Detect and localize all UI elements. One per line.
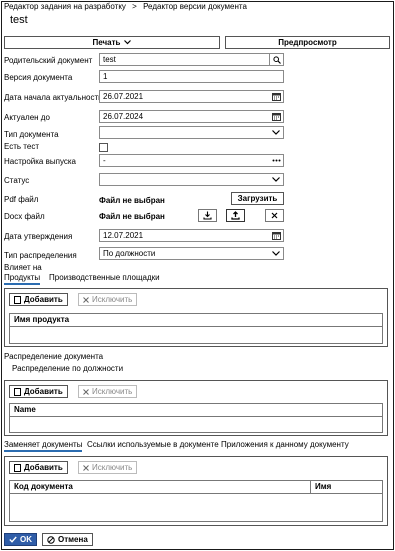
parent-doc-value: test [103,55,116,64]
dist-type-value: По должности [103,249,156,258]
close-icon [83,464,89,471]
dist-type-label: Тип распределения [4,251,77,260]
docx-file-value: Файл не выбран [99,212,165,221]
products-column-name: Имя продукта [14,315,70,324]
distribution-add-label: Добавить [24,387,63,396]
ellipsis-icon[interactable] [269,155,283,166]
actual-to-value: 26.07.2024 [103,112,144,121]
document-icon [14,295,21,304]
start-date-field[interactable]: 26.07.2021 [99,90,284,103]
tab-production-sites[interactable]: Производственные площадки [49,273,160,283]
parent-doc-label: Родительский документ [4,56,93,65]
distribution-column-name: Name [14,405,36,414]
replaces-exclude-label: Исключить [92,463,133,472]
distribution-exclude-button[interactable]: Исключить [78,385,138,398]
pdf-file-value: Файл не выбран [99,196,165,205]
close-icon[interactable] [265,209,284,222]
has-test-label: Есть тест [4,142,39,151]
replaces-column-code: Код документа [14,482,73,491]
products-exclude-label: Исключить [92,295,133,304]
replaces-add-label: Добавить [24,463,63,472]
products-add-button[interactable]: Добавить [9,293,68,306]
tab-replaces-documents[interactable]: Заменяет документы [4,440,83,452]
dist-type-select[interactable]: По должности [99,247,284,260]
distribution-column-header[interactable]: Name [10,404,382,417]
tab-distribution-position[interactable]: Распределение по должности [12,364,123,374]
distribution-panel: Добавить Исключить Name [4,380,388,436]
release-field[interactable]: - [99,154,284,167]
upload-icon[interactable] [226,209,245,222]
start-date-label: Дата начала актуальности [4,93,103,102]
breadcrumb: Редактор задания на разработку > Редакто… [4,2,247,11]
replaces-column-name[interactable]: Имя [310,481,331,493]
products-column-header[interactable]: Имя продукта [10,314,382,327]
doc-type-label: Тип документа [4,130,59,139]
release-value: - [103,156,106,165]
replaces-panel: Добавить Исключить Код документа Имя [4,456,388,526]
chevron-down-icon[interactable] [269,174,283,185]
ok-label: OK [20,535,32,544]
chevron-down-icon[interactable] [269,127,283,138]
distribution-add-button[interactable]: Добавить [9,385,68,398]
cancel-button[interactable]: Отмена [42,533,93,546]
chevron-down-icon[interactable] [269,248,283,259]
page-title: test [10,14,28,26]
replaces-add-button[interactable]: Добавить [9,461,68,474]
release-label: Настройка выпуска [4,157,76,166]
replaces-column-header[interactable]: Код документа Имя [10,481,382,494]
version-label: Версия документа [4,73,73,82]
status-label: Статус [4,176,30,185]
close-icon [83,296,89,303]
preview-button[interactable]: Предпросмотр [225,36,390,49]
distribution-table: Name [9,403,383,433]
distribution-section-label: Распределение документа [4,352,104,361]
breadcrumb-current: Редактор версии документа [143,2,247,11]
tab-products[interactable]: Продукты [4,273,41,285]
calendar-icon[interactable] [269,111,283,122]
approve-date-value: 12.07.2021 [103,231,144,240]
document-icon [14,387,21,396]
breadcrumb-separator: > [132,2,137,11]
products-table: Имя продукта [9,313,383,344]
products-add-label: Добавить [24,295,63,304]
version-value: 1 [103,72,108,81]
has-test-checkbox[interactable] [99,143,108,152]
calendar-icon[interactable] [269,230,283,241]
download-icon[interactable] [198,209,217,222]
actual-to-label: Актуален до [4,113,50,122]
search-icon[interactable] [269,54,283,65]
approve-date-label: Дата утверждения [4,232,73,241]
print-button[interactable]: Печать [4,36,220,49]
products-panel: Добавить Исключить Имя продукта [4,288,388,347]
ok-button[interactable]: OK [4,533,37,546]
products-exclude-button[interactable]: Исключить [78,293,138,306]
close-icon [83,388,89,395]
affects-label: Влияет на [4,263,42,272]
pdf-label: Pdf файл [4,195,39,204]
cancel-label: Отмена [58,535,88,544]
start-date-value: 26.07.2021 [103,92,144,101]
chevron-down-icon [124,40,132,45]
cancel-icon [47,535,55,544]
print-label: Печать [92,38,121,47]
approve-date-field[interactable]: 12.07.2021 [99,229,284,242]
replaces-exclude-button[interactable]: Исключить [78,461,138,474]
calendar-icon[interactable] [269,91,283,102]
breadcrumb-parent[interactable]: Редактор задания на разработку [4,2,126,11]
tab-referenced-links[interactable]: Ссылки используемые в документе [87,440,219,450]
upload-button[interactable]: Загрузить [231,192,284,205]
document-icon [14,463,21,472]
replaces-table: Код документа Имя [9,480,383,522]
check-icon [9,536,17,543]
version-field[interactable]: 1 [99,70,284,83]
doc-type-select[interactable] [99,126,284,139]
distribution-exclude-label: Исключить [92,387,133,396]
status-select[interactable] [99,173,284,186]
parent-doc-field[interactable]: test [99,53,284,66]
docx-label: Docx файл [4,212,45,221]
tab-attachments[interactable]: Приложения к данному документу [221,440,349,450]
actual-to-field[interactable]: 26.07.2024 [99,110,284,123]
